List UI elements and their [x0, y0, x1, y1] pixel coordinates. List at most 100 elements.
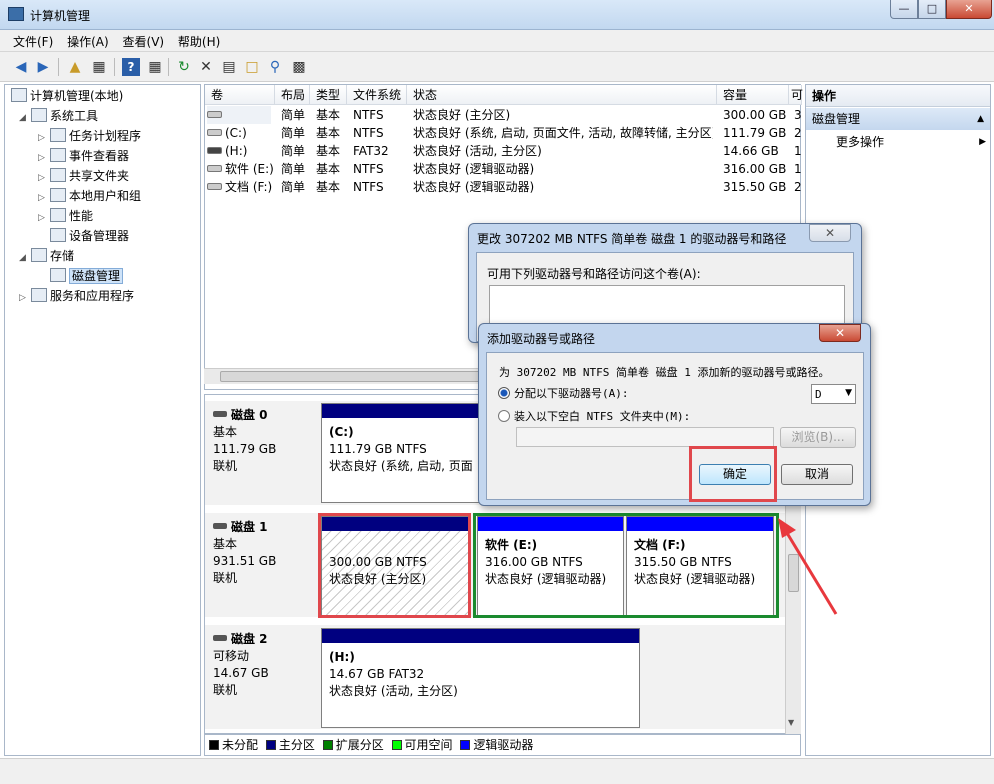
mount-folder-radio[interactable]: 装入以下空白 NTFS 文件夹中(M):: [498, 408, 690, 424]
drive-letter-select[interactable]: D ▼: [811, 384, 856, 404]
dialog-description: 为 307202 MB NTFS 简单卷 磁盘 1 添加新的驱动器号或路径。: [499, 366, 830, 379]
legend-item: 未分配: [209, 735, 258, 755]
tree-item-services[interactable]: ▷ 服务和应用程序: [19, 287, 134, 306]
minimize-button[interactable]: —: [890, 0, 918, 19]
disk-icon: [213, 635, 227, 641]
status-cell: 状态良好 (系统, 启动, 页面文件, 活动, 故障转储, 主分区): [413, 126, 713, 140]
dialog-close-button[interactable]: ✕: [809, 224, 851, 242]
submenu-arrow-icon: ▶: [979, 137, 986, 147]
tree-item-local-users[interactable]: ▷ 本地用户和组: [38, 187, 141, 206]
dialog-close-button[interactable]: ✕: [819, 324, 861, 342]
expand-arrow-icon[interactable]: ▷: [38, 169, 50, 188]
open-folder-icon[interactable]: □: [243, 58, 261, 76]
menu-view[interactable]: 查看(V): [119, 30, 171, 50]
computer-icon: [11, 88, 27, 102]
users-icon: [50, 188, 66, 202]
collapse-arrow-icon[interactable]: ◢: [19, 109, 31, 128]
forward-arrow-icon[interactable]: ▶: [34, 58, 52, 76]
volume-name-cell: [207, 106, 271, 124]
menu-file[interactable]: 文件(F): [0, 30, 59, 50]
status-cell: 状态良好 (逻辑驱动器): [413, 162, 535, 176]
more-actions-item[interactable]: 更多操作 ▶: [836, 133, 986, 151]
disk-row[interactable]: 磁盘 2 可移动 14.67 GB 联机 (H:) 14.67 GB FAT32 状…: [205, 625, 786, 729]
column-header-free[interactable]: 可: [789, 85, 803, 105]
maximize-button[interactable]: □: [918, 0, 946, 19]
expand-arrow-icon[interactable]: ▷: [19, 289, 31, 308]
properties-icon[interactable]: ▤: [220, 58, 238, 76]
add-drive-letter-dialog: 添加驱动器号或路径 ✕ 为 307202 MB NTFS 简单卷 磁盘 1 添加…: [478, 323, 871, 506]
legend-item: 主分区: [265, 735, 315, 755]
menu-action[interactable]: 操作(A): [63, 30, 115, 50]
table-row[interactable]: (C:) 简单 基本 NTFS 状态良好 (系统, 启动, 页面文件, 活动, …: [205, 124, 802, 142]
folder-path-input[interactable]: [516, 427, 774, 447]
clock-icon: [50, 128, 66, 142]
menu-bar: 文件(F) 操作(A) 查看(V) 帮助(H): [0, 30, 994, 52]
capacity-cell: 300.00 GB: [723, 108, 787, 122]
navigation-tree: 计算机管理(本地) ◢ 系统工具 ▷ 任务计划程序 ▷ 事件查看器 ▷ 共享文件夹 ▷ 本…: [4, 84, 201, 756]
search-icon[interactable]: ⚲: [266, 58, 284, 76]
partition-h[interactable]: (H:) 14.67 GB FAT32 状态良好 (活动, 主分区): [321, 628, 640, 728]
status-cell: 状态良好 (活动, 主分区): [413, 144, 542, 158]
menu-help[interactable]: 帮助(H): [174, 30, 226, 50]
scroll-down-arrow-icon[interactable]: ▼: [788, 718, 794, 727]
column-header-layout[interactable]: 布局: [275, 85, 310, 105]
column-header-type[interactable]: 类型: [310, 85, 347, 105]
free-cell: 2: [794, 126, 802, 140]
show-hide-tree-icon[interactable]: ▦: [90, 58, 108, 76]
expand-arrow-icon[interactable]: ▷: [38, 149, 50, 168]
cancel-button[interactable]: 取消: [781, 464, 853, 485]
tools-icon: [31, 108, 47, 122]
tree-item-shared-folders[interactable]: ▷ 共享文件夹: [38, 167, 129, 186]
expand-arrow-icon[interactable]: ▷: [38, 189, 50, 208]
layout-cell: 简单: [281, 180, 306, 194]
tree-item-system-tools[interactable]: ◢ 系统工具: [19, 107, 98, 126]
disk-icon: [213, 411, 227, 417]
tree-item-event-viewer[interactable]: ▷ 事件查看器: [38, 147, 129, 166]
column-header-filesystem[interactable]: 文件系统: [347, 85, 407, 105]
status-cell: 状态良好 (主分区): [413, 108, 511, 122]
services-icon: [31, 288, 47, 302]
column-header-volume[interactable]: 卷: [205, 85, 275, 105]
capacity-cell: 315.50 GB: [723, 180, 787, 194]
table-row[interactable]: 软件 (E:) 简单 基本 NTFS 状态良好 (逻辑驱动器) 316.00 G…: [205, 160, 802, 178]
tree-item-storage[interactable]: ◢ 存储: [19, 247, 74, 266]
export-list-icon[interactable]: ▩: [290, 58, 308, 76]
drive-icon: [207, 165, 222, 172]
volume-name-cell: (H:): [207, 142, 271, 160]
dropdown-arrow-icon: ▼: [845, 388, 852, 398]
tree-item-device-manager[interactable]: 设备管理器: [50, 227, 129, 246]
tree-item-task-scheduler[interactable]: ▷ 任务计划程序: [38, 127, 141, 146]
browse-button[interactable]: 浏览(B)...: [780, 427, 856, 448]
tree-item-performance[interactable]: ▷ 性能: [38, 207, 93, 226]
type-cell: 基本: [316, 144, 341, 158]
dialog-title: 添加驱动器号或路径: [487, 332, 596, 346]
legend-item: 扩展分区: [322, 735, 384, 755]
toolbar: ◀ ▶ ▲ ▦ ? ▦ ↻ ✕ ▤ □ ⚲ ▩: [0, 52, 994, 82]
capacity-cell: 316.00 GB: [723, 162, 787, 176]
back-arrow-icon[interactable]: ◀: [12, 58, 30, 76]
tree-item-root[interactable]: 计算机管理(本地): [11, 87, 123, 106]
removable-drive-icon: [207, 147, 222, 154]
close-button[interactable]: ✕: [946, 0, 992, 19]
device-manager-icon: [50, 228, 66, 242]
help-icon[interactable]: ?: [122, 58, 140, 76]
column-header-capacity[interactable]: 容量: [717, 85, 789, 105]
highlight-box: [318, 513, 471, 618]
actions-section-disk-management[interactable]: 磁盘管理 ▲: [806, 108, 990, 130]
table-row[interactable]: (H:) 简单 基本 FAT32 状态良好 (活动, 主分区) 14.66 GB…: [205, 142, 802, 160]
table-row[interactable]: 文档 (F:) 简单 基本 NTFS 状态良好 (逻辑驱动器) 315.50 G…: [205, 178, 802, 196]
show-hide-action-pane-icon[interactable]: ▦: [146, 58, 164, 76]
assign-letter-radio[interactable]: 分配以下驱动器号(A):: [498, 385, 629, 401]
disk-row[interactable]: 磁盘 1 基本 931.51 GB 联机 300.00 GB NTFS 状态良好 …: [205, 513, 786, 618]
tree-item-disk-management[interactable]: 磁盘管理: [50, 267, 124, 286]
delete-icon[interactable]: ✕: [197, 58, 215, 76]
table-row[interactable]: 简单 基本 NTFS 状态良好 (主分区) 300.00 GB 3: [205, 106, 802, 124]
collapse-arrow-icon[interactable]: ◢: [19, 249, 31, 268]
column-header-status[interactable]: 状态: [407, 85, 717, 105]
up-folder-icon[interactable]: ▲: [66, 58, 84, 76]
legend: 未分配 主分区 扩展分区 可用空间 逻辑驱动器: [204, 734, 801, 756]
refresh-icon[interactable]: ↻: [175, 58, 193, 76]
expand-arrow-icon[interactable]: ▷: [38, 209, 50, 228]
expand-arrow-icon[interactable]: ▷: [38, 129, 50, 148]
event-viewer-icon: [50, 148, 66, 162]
